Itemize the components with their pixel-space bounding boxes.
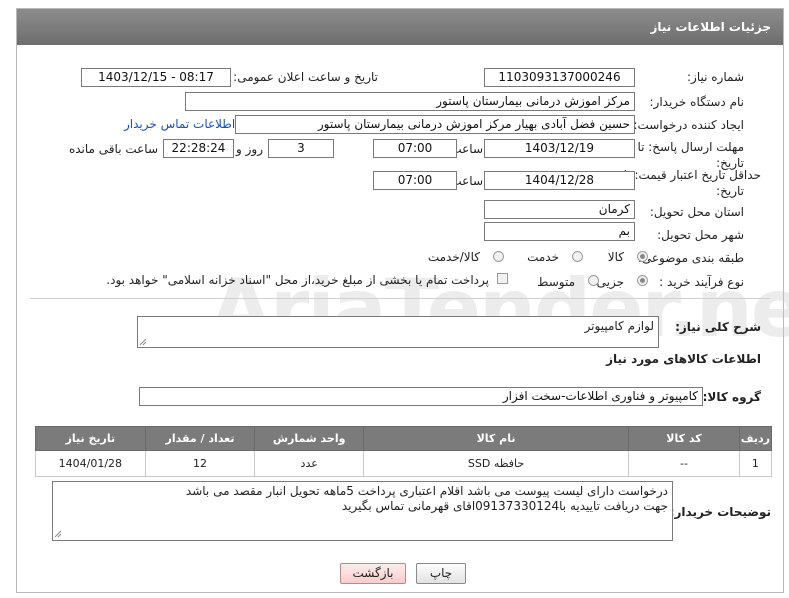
col-header-unit: واحد شمارش: [254, 426, 364, 451]
process-option-medium: متوسط: [537, 275, 575, 289]
treasury-checkbox[interactable]: [497, 273, 508, 284]
city-field: بم: [484, 222, 635, 241]
cell-row-num: 1: [738, 450, 773, 477]
announce-field: 1403/12/15 - 08:17: [81, 68, 231, 87]
buyer-contact-link[interactable]: اطلاعات تماس خریدار: [124, 117, 235, 131]
description-textarea: لوازم کامپیوتر: [137, 316, 659, 348]
category-option-goods: کالا: [607, 250, 624, 264]
resize-grip-icon[interactable]: [139, 338, 147, 346]
days-count-field: 3: [268, 139, 334, 158]
goods-group-label: گروه کالا:: [702, 390, 761, 404]
process-radio-minor[interactable]: [637, 275, 648, 286]
buyer-org-field: مرکز اموزش درمانی بیمارستان پاستور: [185, 92, 635, 111]
validity-date-field: 1404/12/28: [484, 171, 635, 190]
price-validity-label: حداقل تاریخ اعتبار قیمت: تا: [623, 168, 761, 182]
cell-qty: 12: [144, 450, 256, 477]
col-header-name: نام کالا: [362, 426, 630, 451]
remaining-time-field: 22:28:24: [163, 139, 234, 158]
buyer-notes-textarea: درخواست دارای لیست پیوست می باشد اقلام ا…: [52, 481, 673, 541]
requester-label: ایجاد کننده درخواست:: [633, 118, 744, 132]
buyer-notes-line-1: درخواست دارای لیست پیوست می باشد اقلام ا…: [185, 484, 668, 498]
category-label: طبقه بندی موضوعی:: [637, 251, 744, 265]
print-button[interactable]: چاپ: [416, 563, 466, 584]
need-number-label: شماره نیاز:: [687, 70, 744, 84]
requester-field: حسین فضل آبادی بهیار مرکز اموزش درمانی ب…: [235, 115, 635, 134]
col-header-qty: تعداد / مقدار: [144, 426, 256, 451]
goods-group-field: کامپیوتر و فناوری اطلاعات-سخت افزار: [139, 387, 703, 406]
category-option-service: خدمت: [527, 250, 559, 264]
description-label: شرح کلی نیاز:: [675, 320, 761, 334]
price-validity-label-date: تاریخ:: [716, 184, 744, 198]
validity-time-field: 07:00: [373, 171, 457, 190]
table-row: 1 -- حافظه SSD عدد 12 1404/01/28: [35, 450, 773, 477]
days-label: روز و: [236, 142, 263, 156]
divider: [30, 298, 770, 299]
panel-title: جزئیات اطلاعات نیاز: [17, 9, 783, 45]
table-header-row: ردیف کد کالا نام کالا واحد شمارش تعداد /…: [35, 426, 773, 451]
process-option-minor: جزیی: [596, 275, 624, 289]
col-header-code: کد کالا: [628, 426, 740, 451]
cell-unit: عدد: [254, 450, 364, 477]
description-text: لوازم کامپیوتر: [584, 319, 654, 333]
process-radio-medium[interactable]: [588, 275, 599, 286]
resize-grip-icon[interactable]: [54, 530, 62, 538]
col-header-date: تاریخ نیاز: [35, 426, 146, 451]
col-header-row-num: ردیف: [738, 426, 773, 451]
remaining-label: ساعت باقی مانده: [68, 142, 158, 156]
province-field: کرمان: [484, 200, 635, 219]
goods-section-title: اطلاعات کالاهای مورد نیاز: [606, 352, 761, 366]
category-option-both: کالا/خدمت: [427, 250, 480, 264]
city-label: شهر محل تحویل:: [657, 228, 744, 242]
cell-code: --: [628, 450, 740, 477]
process-label: نوع فرآیند خرید :: [659, 275, 744, 289]
announce-label: تاریخ و ساعت اعلان عمومی:: [233, 70, 378, 84]
category-radio-both[interactable]: [493, 251, 504, 262]
back-button[interactable]: بازگشت: [340, 563, 406, 584]
buyer-org-label: نام دستگاه خریدار:: [649, 95, 745, 109]
need-number-field: 1103093137000246: [484, 68, 635, 87]
category-radio-goods[interactable]: [637, 251, 648, 262]
items-table: ردیف کد کالا نام کالا واحد شمارش تعداد /…: [35, 426, 773, 477]
buyer-notes-label: توضیحات خریدار:: [669, 505, 771, 519]
province-label: استان محل تحویل:: [649, 205, 744, 219]
reply-deadline-label: مهلت ارسال پاسخ: تا: [637, 140, 744, 154]
cell-name: حافظه SSD: [362, 450, 630, 477]
category-radio-service[interactable]: [572, 251, 583, 262]
payment-note: پرداخت تمام یا بخشی از مبلغ خرید،از محل …: [106, 273, 489, 287]
buyer-notes-line-2: جهت دریافت تاییدیه با09137330124اقای قهر…: [341, 499, 668, 513]
reply-time-field: 07:00: [373, 139, 457, 158]
cell-date: 1404/01/28: [35, 450, 146, 477]
reply-date-field: 1403/12/19: [484, 139, 635, 158]
